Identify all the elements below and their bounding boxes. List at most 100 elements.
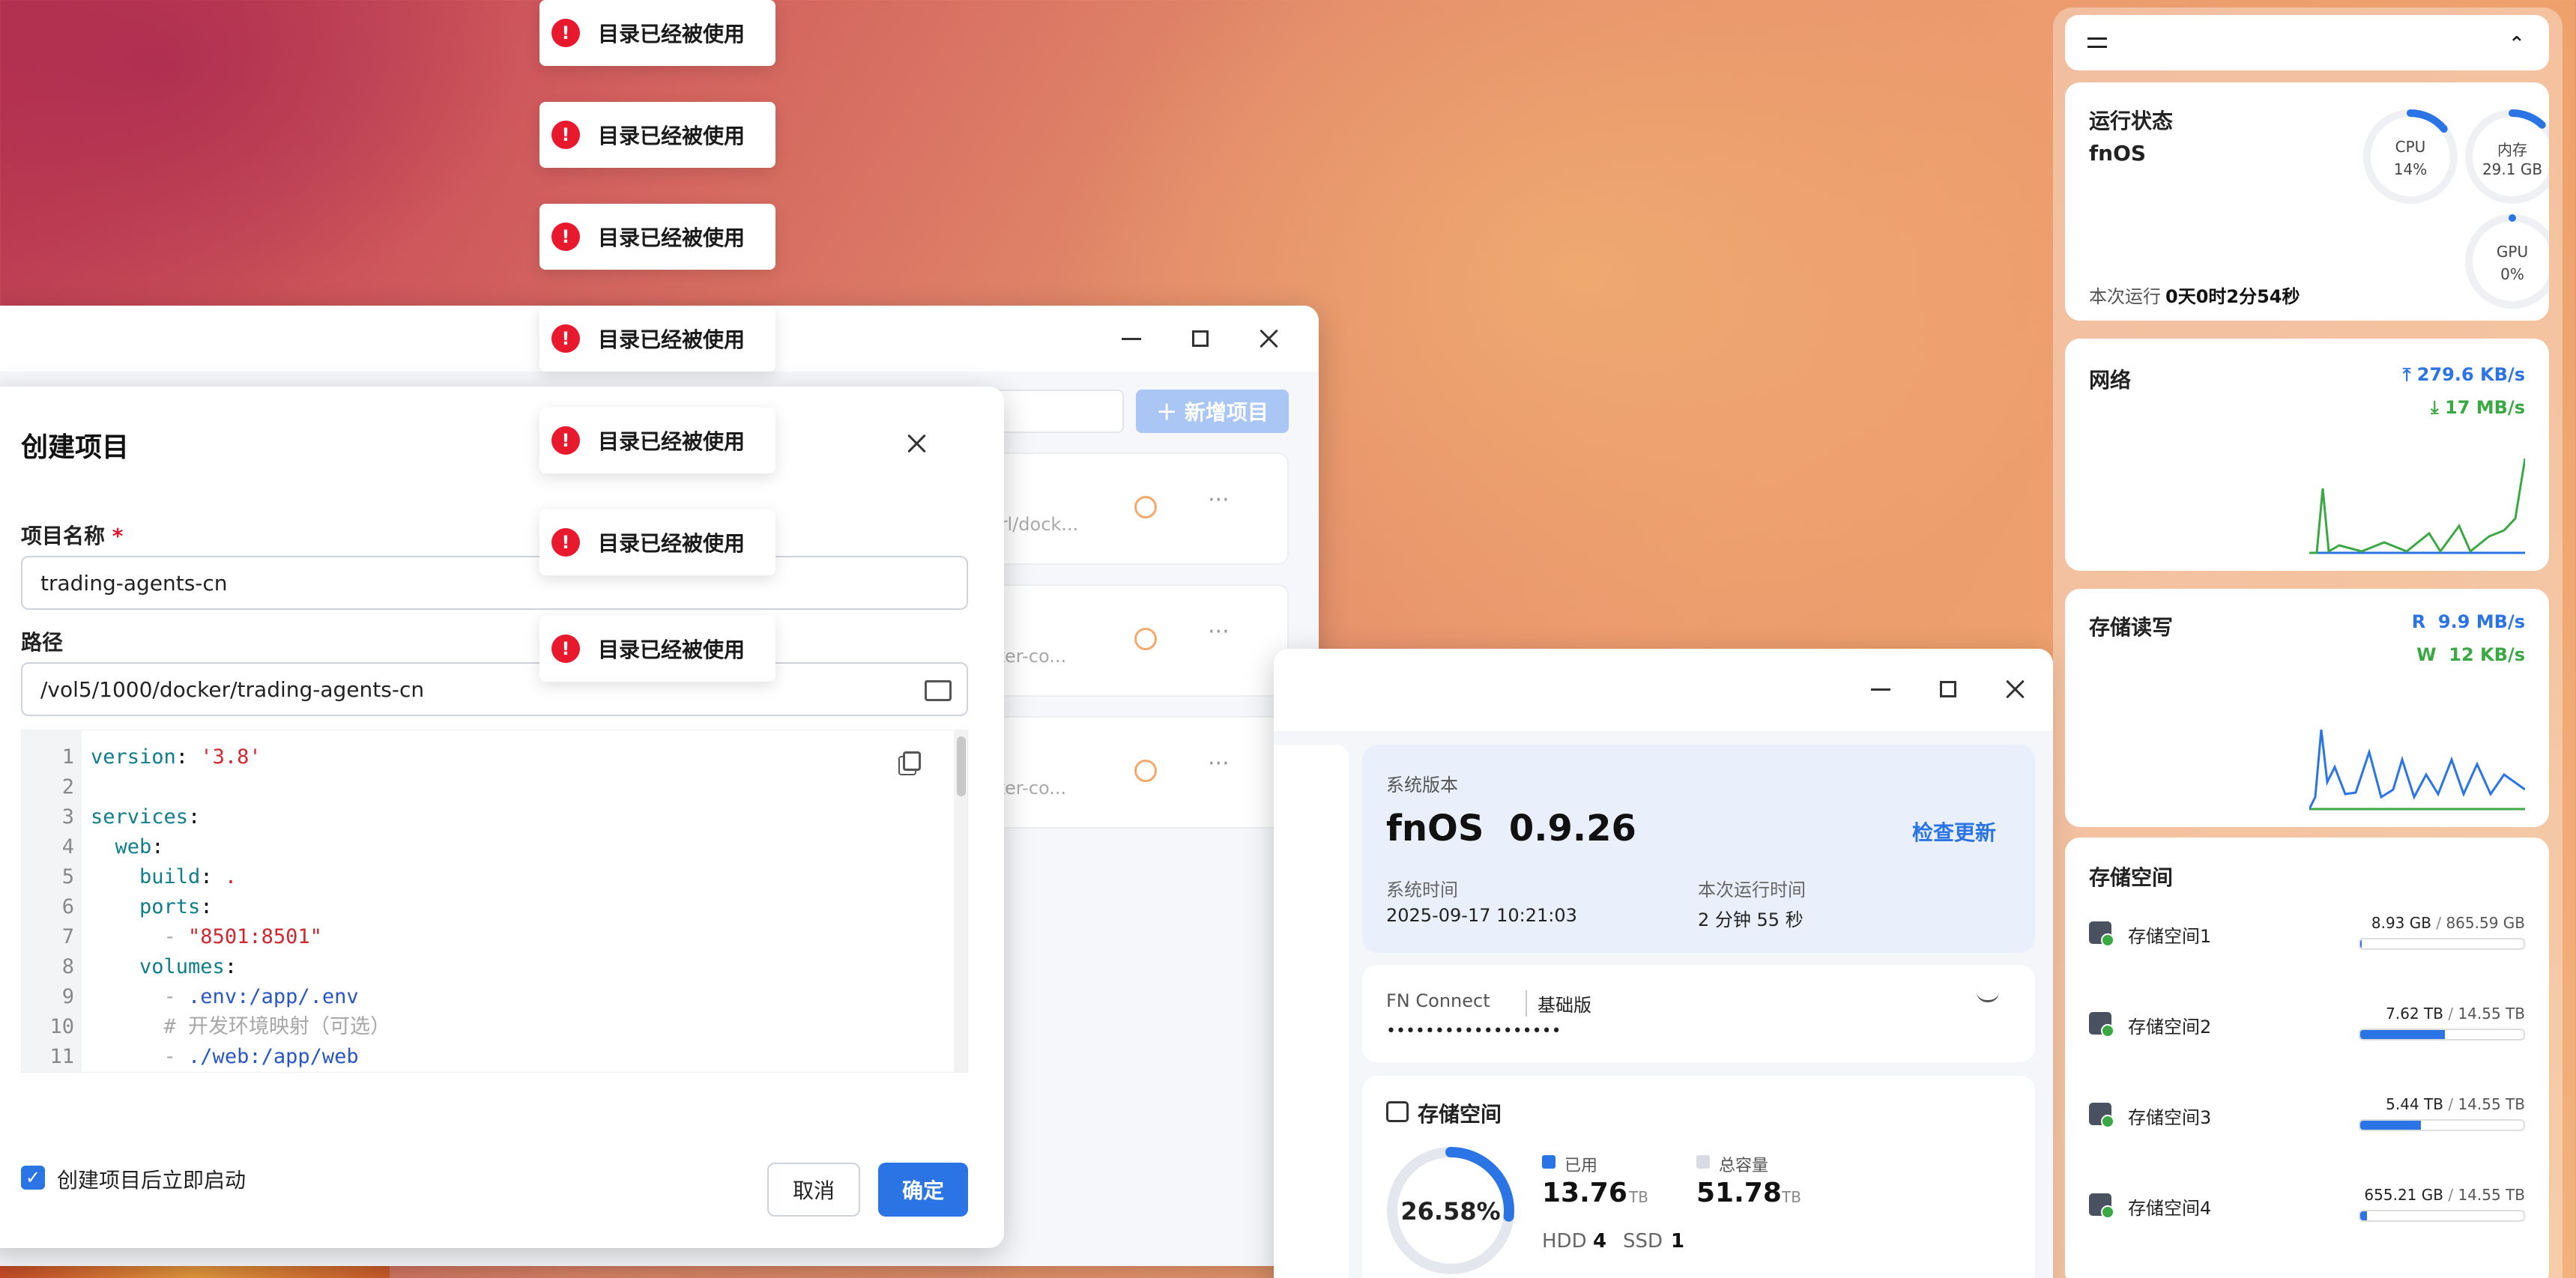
code-line: 9 - .env:/app/.env (22, 982, 602, 1012)
code-line: 11 - ./web:/app/web (22, 1042, 602, 1072)
code-line: 12 - ./tradingagents:/app/tradingagents (22, 1072, 602, 1073)
time-label: 系统时间 (1386, 879, 1458, 900)
host-name: fnOS (2089, 141, 2147, 166)
used-value: 13.76 (1542, 1178, 1627, 1208)
maximize-button[interactable] (1926, 667, 1971, 712)
error-icon: ! (551, 528, 580, 557)
code-line: 5 build: . (22, 862, 602, 892)
compose-editor[interactable]: 1 version: '3.8' 2 3 services:4 web:5 build:… (21, 730, 968, 1073)
disk-io-sparkline (2309, 729, 2525, 811)
download-icon: ⤓ (2431, 397, 2446, 418)
minimize-button[interactable] (1858, 667, 1903, 712)
toast-text: 目录已经被使用 (598, 22, 746, 46)
create-project-dialog: 创建项目 项目名称 * trading-agents-cn 路径 /vol5/1… (0, 387, 1004, 1248)
storage-percent: 26.58% (1400, 1197, 1501, 1226)
mem-value: 29.1 GB (2482, 160, 2543, 178)
close-button[interactable] (1993, 667, 2038, 712)
code-token: . (224, 865, 238, 888)
code-token: - (91, 925, 189, 948)
wallpaper-swirl (0, 1265, 390, 1278)
minimize-button[interactable] (1109, 316, 1154, 361)
path-label: 路径 (21, 630, 64, 655)
status-widget: 运行状态 fnOS 本次运行 0天0时2分54秒 CPU 14% 内存 29.1 GB… (2065, 82, 2549, 321)
gpu-label: GPU (2496, 243, 2529, 261)
network-widget: 网络 ⤒ 279.6 KB/s ⤓ 17 MB/s (2065, 339, 2549, 571)
error-toast: ! 目录已经被使用 (539, 102, 775, 168)
code-line: 2 (22, 772, 602, 802)
download-rate: 17 MB/s (2445, 397, 2525, 418)
line-number: 6 (61, 895, 74, 918)
connect-password: •••••••••••••••••• (1386, 1022, 1561, 1041)
line-number: 11 (49, 1045, 74, 1068)
storage-pool-name: 存储空间4 (2128, 1198, 2212, 1219)
chevron-double-up-icon[interactable]: ⌃ (2509, 33, 2525, 55)
fn-connect-card: FN Connect 基础版 •••••••••••••••••• (1362, 965, 2035, 1062)
line-number: 9 (61, 985, 74, 1008)
total-label: 总容量 (1719, 1157, 1769, 1175)
storage-pool-item[interactable]: 存储空间4 655.21 GB / 14.55 TB (2065, 1181, 2549, 1256)
dialog-title: 创建项目 (21, 432, 130, 463)
code-token: .env:/app/.env (188, 985, 359, 1008)
status-icon (1134, 628, 1157, 650)
connect-label: FN Connect (1386, 990, 1490, 1011)
code-token: : (224, 955, 238, 978)
project-path: irl/dock... (995, 514, 1079, 535)
error-toast: ! 目录已经被使用 (539, 616, 775, 682)
code-token: ./web:/app/web (188, 1045, 359, 1068)
storage-usage-bar (2359, 1210, 2525, 1222)
copy-icon[interactable] (903, 751, 921, 771)
storage-used: 5.44 TB (2386, 1095, 2443, 1113)
check-update-link[interactable]: 检查更新 (1912, 817, 1996, 847)
more-icon[interactable]: ··· (1208, 619, 1230, 645)
system-info-window: 系统版本 fnOS 0.9.26 检查更新 系统时间 2025-09-17 10… (1274, 649, 2053, 1278)
project-name-input[interactable]: trading-agents-cn (21, 556, 968, 610)
storage-ok-icon (2089, 921, 2114, 947)
connect-plan: 基础版 (1526, 990, 1591, 1017)
line-number: 8 (61, 955, 74, 978)
maximize-button[interactable] (1178, 316, 1223, 361)
more-icon[interactable]: ··· (1208, 751, 1230, 777)
storage-total: 865.59 GB (2446, 914, 2525, 932)
error-icon: ! (551, 324, 580, 353)
storage-pool-name: 存储空间3 (2128, 1107, 2212, 1128)
confirm-button[interactable]: 确定 (878, 1163, 968, 1217)
name-label: 项目名称 (21, 524, 106, 548)
storage-usage-bar (2359, 1119, 2525, 1131)
used-label: 已用 (1564, 1157, 1598, 1175)
line-number: 12 (22, 1072, 74, 1073)
code-token: : (151, 835, 164, 858)
add-project-button[interactable]: ＋ 新增项目 (1136, 390, 1289, 433)
code-token: volumes (91, 955, 225, 978)
autostart-checkbox[interactable]: ✓ (21, 1166, 45, 1190)
path-input[interactable]: /vol5/1000/docker/trading-agents-cn (21, 662, 968, 716)
read-label: R (2411, 611, 2426, 632)
dialog-close-button[interactable] (895, 421, 940, 466)
folder-icon[interactable] (925, 680, 952, 701)
network-title: 网络 (2089, 368, 2132, 393)
project-path: ker-co... (995, 778, 1067, 799)
editor-scrollbar[interactable] (954, 730, 967, 1072)
filter-settings-icon[interactable] (2087, 37, 2107, 48)
code-line: 8 volumes: (22, 952, 602, 982)
storage-pool-item[interactable]: 存储空间1 8.93 GB / 865.59 GB (2065, 909, 2549, 984)
write-label: W (2416, 644, 2437, 665)
toast-text: 目录已经被使用 (598, 531, 746, 556)
project-path: ker-co... (995, 646, 1067, 667)
close-button[interactable] (1247, 316, 1292, 361)
cpu-gauge: CPU 14% (2362, 108, 2459, 205)
used-legend-dot (1542, 1155, 1555, 1169)
storage-pool-item[interactable]: 存储空间2 7.62 TB / 14.55 TB (2065, 1000, 2549, 1075)
cancel-button[interactable]: 取消 (767, 1163, 860, 1217)
storage-card: 存储空间 26.58% 已用 13.76 TB 总容量 51.78 TB HDD… (1362, 1076, 2035, 1278)
error-toast: ! 目录已经被使用 (539, 306, 775, 372)
storage-total: 14.55 TB (2458, 1005, 2525, 1023)
code-line: 7 - "8501:8501" (22, 922, 602, 952)
storage-widget-title: 存储空间 (2089, 865, 2174, 890)
hdd-count: 4 (1593, 1230, 1607, 1253)
line-number: 3 (61, 805, 74, 829)
storage-pool-item[interactable]: 存储空间3 5.44 TB / 14.55 TB (2065, 1091, 2549, 1166)
cpu-value: 14% (2393, 160, 2428, 178)
storage-title: 存储空间 (1418, 1102, 1502, 1127)
eye-hide-icon[interactable] (1977, 992, 1999, 1002)
more-icon[interactable]: ··· (1208, 487, 1230, 513)
